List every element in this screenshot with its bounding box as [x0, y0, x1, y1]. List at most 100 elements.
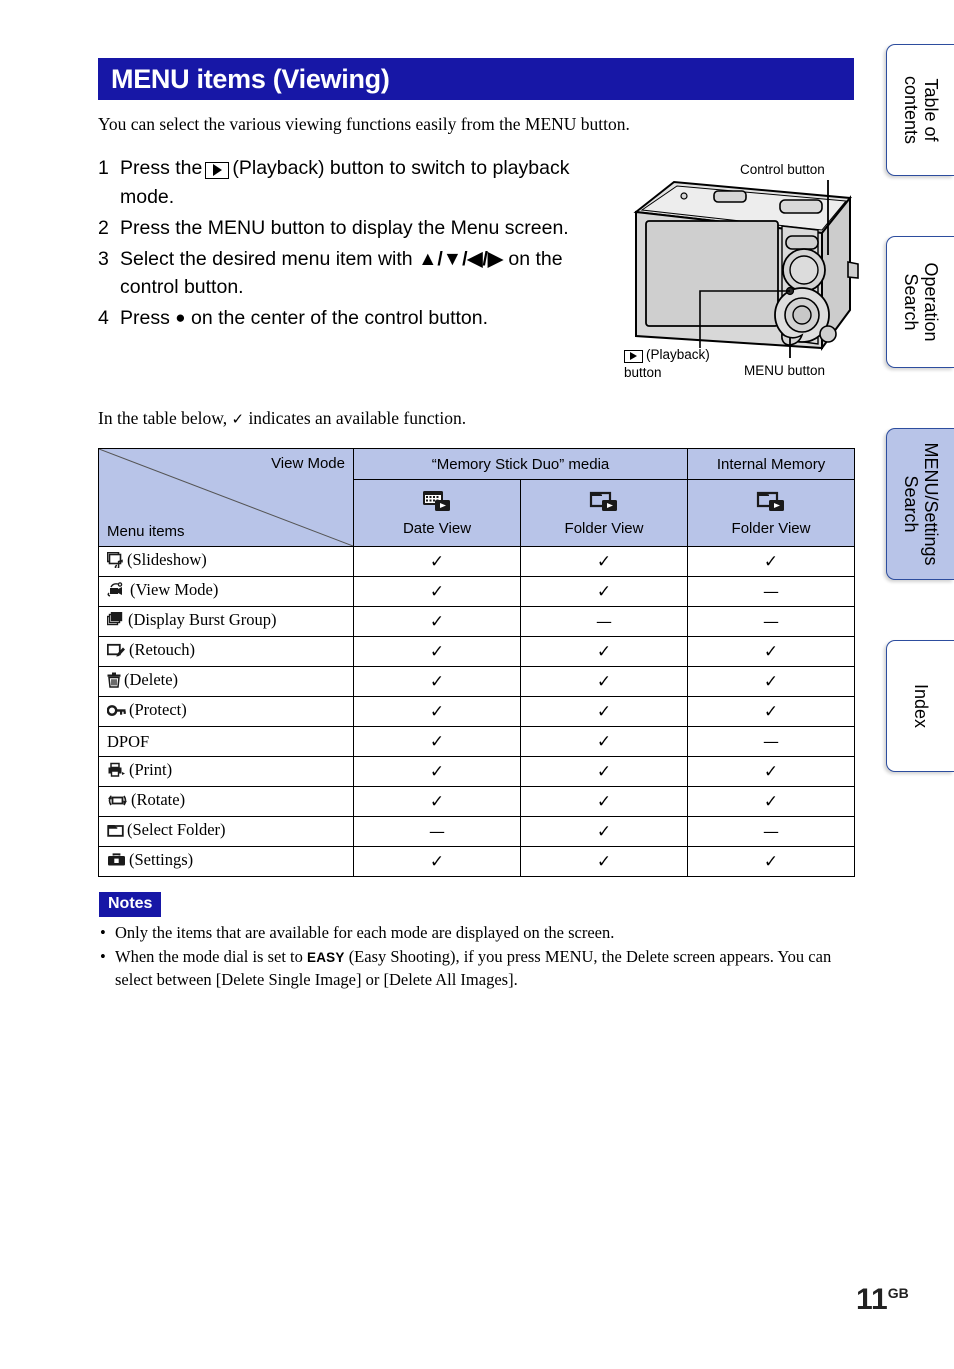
note-item: • Only the items that are available for … — [100, 922, 860, 945]
center-dot-icon: ● — [175, 308, 186, 328]
folder-view-icon — [589, 489, 619, 517]
step-4-text-before: Press — [120, 307, 170, 330]
row-label-text: (Display Burst Group) — [128, 610, 277, 629]
step-4-body: Press ● on the center of the control but… — [120, 304, 608, 333]
sidebar-item-table-of-contents[interactable]: Table of contents — [886, 44, 954, 176]
cell-value: ✓ — [519, 576, 689, 607]
table-row: (Slideshow) ✓ ✓ ✓ — [98, 546, 856, 577]
table-row: DPOF ✓ ✓ — — [98, 726, 856, 757]
display-burst-group-icon — [106, 611, 125, 633]
row-label-protect: (Protect) — [98, 696, 354, 727]
subheader-folder-view-ms: Folder View — [519, 479, 689, 547]
cell-value: ✓ — [519, 816, 689, 847]
row-label-text: DPOF — [107, 731, 150, 751]
available-function-note: In the table below, ✓ indicates an avail… — [98, 408, 466, 429]
view-mode-icon — [107, 582, 127, 603]
table-header-row-1: View Mode Menu items “Memory Stick Duo” … — [98, 448, 856, 547]
cell-value: ✓ — [519, 696, 689, 727]
checkmark-icon: ✓ — [231, 410, 245, 428]
row-label-retouch: (Retouch) — [98, 636, 354, 667]
label-menu-button: MENU button — [744, 363, 826, 378]
row-label-text: (Retouch) — [129, 640, 195, 659]
step-2: 2 Press the MENU button to display the M… — [98, 214, 608, 243]
cell-value: ✓ — [353, 546, 521, 577]
direction-arrows-icon: ▲/▼/◀/▶ — [418, 247, 503, 270]
step-1-text-before: Press the — [120, 157, 203, 179]
cell-value: ✓ — [519, 786, 689, 817]
cell-value: ✓ — [519, 846, 689, 877]
page-number: 11GB — [856, 1283, 909, 1317]
cell-value: ✓ — [353, 786, 521, 817]
page-title: MENU items (Viewing) — [111, 63, 390, 94]
row-label-text: (Settings) — [129, 850, 194, 869]
step-3: 3 Select the desired menu item with ▲/▼/… — [98, 245, 608, 303]
step-4-number: 4 — [98, 307, 109, 330]
subheader-date-view-label: Date View — [402, 520, 472, 537]
label-playback-line1: (Playback) — [646, 347, 710, 362]
sidebar-item-label: Index — [910, 684, 931, 728]
bullet-icon: • — [100, 946, 106, 966]
cell-value: ✓ — [687, 696, 856, 727]
tab-label-line1: MENU/Settings — [920, 442, 941, 566]
cell-value: — — [687, 576, 856, 607]
row-label-text: (Protect) — [129, 700, 187, 719]
tab-label-line2: contents — [900, 75, 921, 145]
cell-value: — — [687, 816, 856, 847]
row-label-text: (Rotate) — [131, 790, 186, 809]
sidebar-item-menu-settings-search[interactable]: MENU/Settings Search — [886, 428, 954, 580]
menu-items-header-label: Menu items — [107, 523, 185, 540]
slideshow-icon — [106, 551, 124, 573]
table-row: (Rotate) ✓ ✓ ✓ — [98, 786, 856, 817]
subheader-folder-view-ms-label: Folder View — [564, 520, 644, 537]
step-2-number: 2 — [98, 216, 109, 239]
table-row: (Display Burst Group) ✓ — — — [98, 606, 856, 637]
cell-value: ✓ — [687, 786, 856, 817]
row-label-text: (Delete) — [124, 670, 179, 689]
view-mode-header-label: View Mode — [271, 455, 345, 472]
table-row: (Retouch) ✓ ✓ ✓ — [98, 636, 856, 667]
tab-label-line1: Table of — [920, 78, 941, 142]
note-item: • When the mode dial is set to EASY (Eas… — [100, 946, 860, 992]
playback-icon — [205, 161, 230, 179]
label-control-button: Control button — [740, 162, 825, 177]
subheader-folder-view-internal: Folder View — [687, 479, 856, 547]
label-playback-button: (Playback) button — [624, 346, 744, 382]
cell-value: — — [353, 816, 521, 847]
notes-badge: Notes — [99, 892, 162, 917]
sidebar-item-index[interactable]: Index — [886, 640, 954, 772]
cell-value: ✓ — [353, 666, 521, 697]
tab-label-line2: Search — [900, 273, 921, 331]
row-label-delete: (Delete) — [98, 666, 354, 697]
select-folder-icon — [107, 822, 124, 843]
available-note-before: In the table below, — [98, 408, 228, 428]
bullet-icon: • — [100, 923, 106, 942]
cell-value: — — [519, 606, 689, 637]
settings-icon — [107, 852, 126, 873]
sidebar-item-label: Operation Search — [900, 262, 941, 341]
row-label-dpof: DPOF — [98, 726, 354, 757]
header-memory-stick-duo: “Memory Stick Duo” media — [352, 448, 689, 480]
row-label-select-folder: (Select Folder) — [98, 816, 354, 847]
cell-value: ✓ — [353, 756, 521, 787]
menu-items-table: View Mode Menu items “Memory Stick Duo” … — [98, 448, 856, 877]
cell-value: ✓ — [353, 636, 521, 667]
table-corner-cell: View Mode Menu items — [98, 448, 354, 547]
sidebar-item-operation-search[interactable]: Operation Search — [886, 236, 954, 368]
sidebar-item-label: MENU/Settings Search — [900, 442, 941, 566]
playback-icon — [624, 349, 643, 363]
page-root: MENU items (Viewing) You can select the … — [0, 0, 954, 1369]
row-label-slideshow: (Slideshow) — [98, 546, 354, 577]
row-label-settings: (Settings) — [98, 846, 354, 877]
note-item-text: When the mode dial is set to EASY (Easy … — [115, 946, 860, 992]
row-label-print: (Print) — [98, 756, 354, 787]
header-internal-memory: Internal Memory — [687, 448, 856, 480]
cell-value: ✓ — [519, 756, 689, 787]
easy-mode-icon: EASY — [307, 949, 345, 965]
cell-value: ✓ — [687, 636, 856, 667]
print-icon — [107, 762, 126, 783]
cell-value: ✓ — [519, 546, 689, 577]
retouch-icon — [106, 642, 126, 663]
step-4: 4 Press ● on the center of the control b… — [98, 304, 608, 333]
row-label-text: (Select Folder) — [127, 820, 226, 839]
date-view-icon — [422, 489, 452, 517]
